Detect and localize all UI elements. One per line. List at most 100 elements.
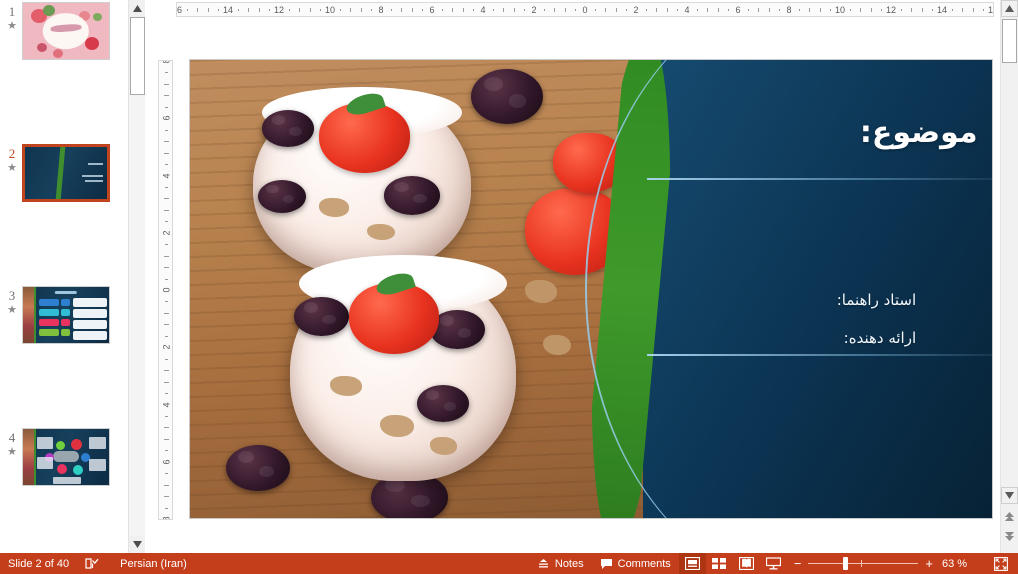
divider-line-top	[647, 178, 992, 181]
ruler-tick-label: 8	[161, 516, 172, 520]
ruler-tick-label: 2	[531, 5, 537, 15]
ruler-tick-label: 8	[786, 5, 792, 15]
animation-star-icon: ★	[7, 446, 17, 458]
slide-thumbnail-1[interactable]: 1 ★	[0, 0, 128, 71]
thumbnail-scroll-track[interactable]	[129, 95, 146, 536]
thumbnail-pane-scrollbar[interactable]	[128, 0, 146, 553]
fit-to-window-button[interactable]	[990, 553, 1018, 574]
proofing-status-button[interactable]	[77, 553, 112, 574]
zoom-slider-midpoint	[861, 560, 863, 567]
ruler-tick	[268, 9, 270, 11]
reading-view-button[interactable]	[733, 553, 760, 574]
ruler-tick	[442, 9, 444, 11]
ruler-tick	[860, 8, 862, 12]
ruler-tick	[165, 301, 168, 303]
zoom-level-label: 63 %	[942, 557, 968, 570]
horizontal-ruler[interactable]: 16 14 12 10 8 6 4 2 0 2 4 6 8 10 12 14 16	[176, 2, 994, 17]
ruler-tick	[164, 370, 169, 372]
ruler-tick	[421, 9, 423, 11]
ruler-tick	[165, 244, 168, 246]
ruler-tick	[360, 8, 362, 12]
slide-indicator-label: Slide 2 of 40	[8, 557, 70, 570]
ruler-tick	[727, 9, 729, 11]
ruler-tick	[164, 267, 169, 269]
ruler-tick	[165, 278, 168, 280]
ruler-tick-label: 4	[161, 402, 172, 408]
slide-number: 4	[8, 430, 16, 445]
slide-thumbnail-image[interactable]	[22, 286, 110, 344]
scroll-down-button[interactable]	[1001, 487, 1018, 504]
zoom-in-button[interactable]: +	[918, 553, 940, 574]
slide-indicator[interactable]: Slide 2 of 40	[0, 553, 77, 574]
zoom-out-button[interactable]: −	[787, 553, 809, 574]
ruler-tick	[165, 393, 168, 395]
slide-subtitle-supervisor[interactable]: استاد راهنما:	[837, 291, 916, 309]
language-label: Persian (Iran)	[120, 557, 187, 570]
slide-subtitle-presenter[interactable]: ارائه دهنده:	[844, 329, 916, 347]
ruler-tick	[164, 312, 169, 314]
ruler-tick	[165, 72, 168, 74]
ruler-tick	[165, 358, 168, 360]
ruler-tick	[676, 9, 678, 11]
slide-thumbnail-pane[interactable]: 1 ★ 2 ★ 3 ★ 4 ★	[0, 0, 128, 553]
thumbnail-scroll-thumb[interactable]	[130, 17, 145, 95]
scroll-up-button[interactable]	[1001, 0, 1018, 17]
ruler-tick	[164, 152, 169, 154]
fit-to-window-icon	[994, 556, 1008, 571]
slide-number: 2	[8, 146, 16, 161]
ruler-tick-label: 6	[161, 115, 172, 121]
ruler-tick-label: 6	[161, 459, 172, 465]
ruler-tick	[165, 415, 168, 417]
ruler-tick	[646, 9, 648, 11]
slide-thumbnail-image[interactable]	[22, 144, 110, 202]
ruler-tick	[164, 255, 169, 257]
ruler-tick	[238, 9, 240, 11]
ruler-tick	[870, 8, 872, 12]
slide-thumbnail-image[interactable]	[22, 2, 110, 60]
slide-canvas[interactable]: موضوع: استاد راهنما: ارائه دهنده:	[190, 60, 992, 518]
ruler-tick	[164, 83, 169, 85]
notes-button[interactable]: Notes	[529, 553, 592, 574]
ruler-tick	[952, 9, 954, 11]
slide-thumbnail-image[interactable]	[22, 428, 110, 486]
previous-slide-button[interactable]	[1001, 508, 1018, 525]
ruler-tick-label: 2	[161, 230, 172, 236]
ruler-tick	[707, 8, 709, 12]
animation-star-icon: ★	[7, 304, 17, 316]
slide-thumbnail-4[interactable]: 4 ★	[0, 426, 128, 497]
ruler-tick	[717, 8, 719, 12]
scroll-thumb[interactable]	[1002, 19, 1017, 63]
slide-sorter-view-button[interactable]	[706, 553, 733, 574]
ruler-tick-label: 4	[480, 5, 486, 15]
zoom-level-button[interactable]: 63 %	[940, 553, 990, 574]
comments-button[interactable]: Comments	[592, 553, 679, 574]
ruler-tick	[164, 324, 169, 326]
normal-view-button[interactable]	[678, 553, 706, 574]
zoom-slider-track	[808, 563, 919, 564]
zoom-slider-handle[interactable]	[842, 557, 848, 570]
ruler-tick	[605, 8, 607, 12]
ruler-tick	[187, 9, 189, 11]
ruler-tick-label: 8	[161, 60, 172, 64]
next-slide-button[interactable]	[1001, 528, 1018, 545]
slide-background: موضوع: استاد راهنما: ارائه دهنده:	[190, 60, 992, 518]
slide-title[interactable]: موضوع:	[860, 115, 978, 150]
slide-thumbnail-3[interactable]: 3 ★	[0, 284, 128, 355]
thumbnail-scroll-down-button[interactable]	[129, 536, 146, 553]
language-status-button[interactable]: Persian (Iran)	[112, 553, 195, 574]
slide-area-scrollbar[interactable]	[1000, 0, 1018, 553]
ruler-tick	[625, 9, 627, 11]
slide-thumbnail-2[interactable]: 2 ★	[0, 142, 128, 213]
ruler-tick	[799, 9, 801, 11]
ruler-tick-label: 6	[735, 5, 741, 15]
slide-show-button[interactable]	[760, 553, 787, 574]
vertical-ruler[interactable]: 8 6 4 2 0 2 4 6 8	[158, 60, 173, 520]
ruler-tick	[574, 9, 576, 11]
zoom-slider[interactable]	[808, 553, 919, 574]
ruler-tick	[911, 8, 913, 12]
animation-star-icon: ★	[7, 20, 17, 32]
thumbnail-scroll-up-button[interactable]	[129, 0, 146, 17]
dessert-photo[interactable]	[190, 60, 644, 518]
ruler-tick-label: 16	[176, 5, 183, 15]
zoom-in-label: +	[925, 556, 933, 571]
